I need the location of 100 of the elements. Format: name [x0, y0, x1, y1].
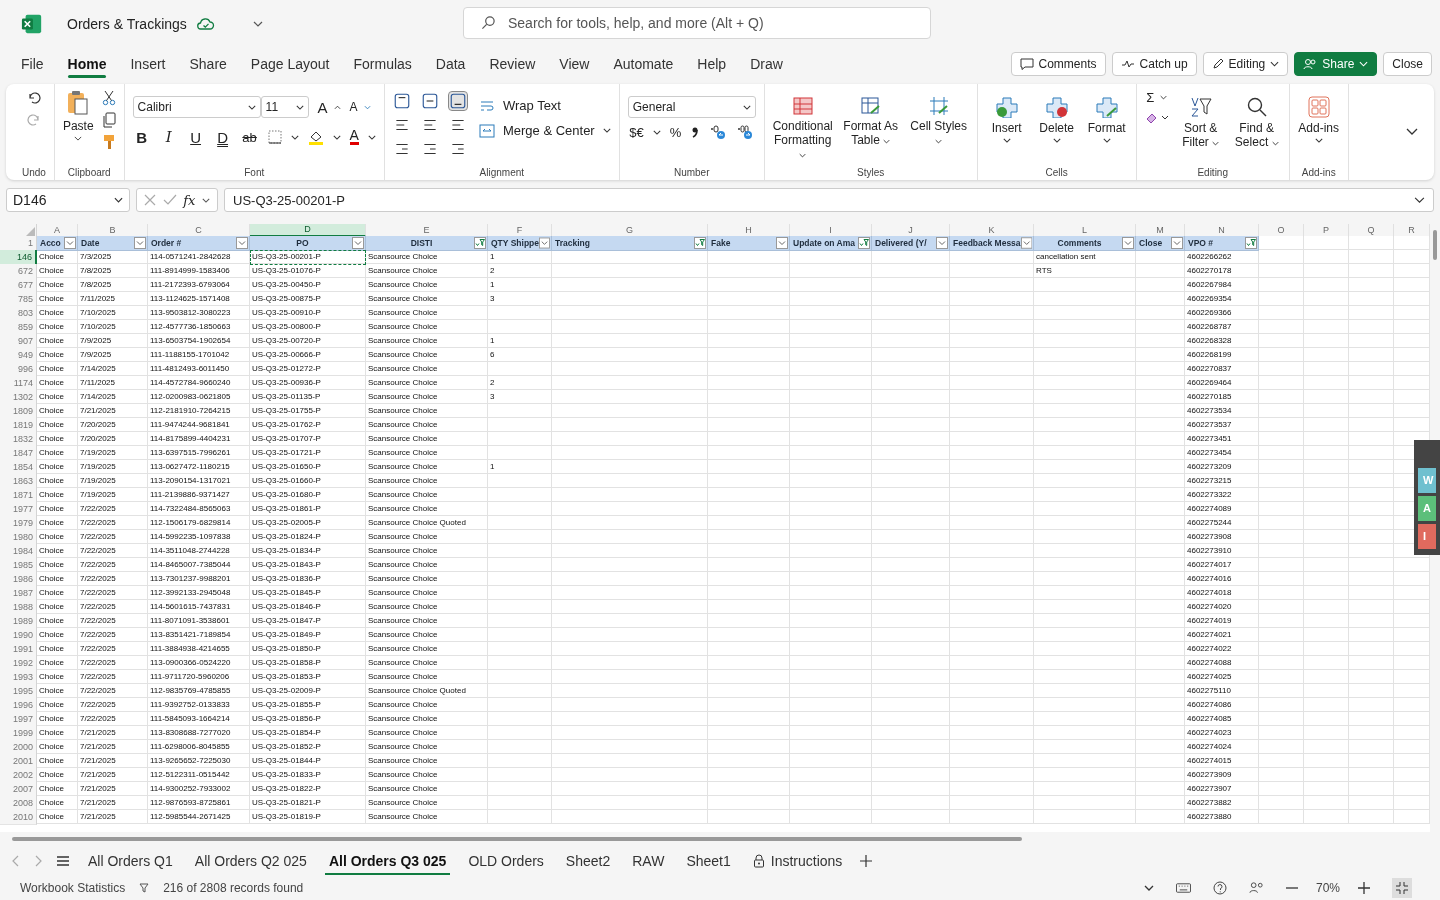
- table-cell-text: 7/21/2025: [79, 405, 117, 417]
- table-cell-text: 4602268328: [1186, 335, 1233, 347]
- table-cell-text: US-Q3-25-01852-P: [251, 741, 322, 753]
- table-cell-text: 7/22/2025: [79, 615, 117, 627]
- table-cell-text: Scansource Choice: [367, 279, 439, 291]
- table-cell-text: 113-1124625-1571408: [149, 293, 231, 305]
- table-cell-text: Choice: [38, 265, 65, 277]
- table-cell-text: 114-5992235-1097838: [149, 531, 232, 543]
- table-cell-text: Scansource Choice: [367, 419, 439, 431]
- table-cell-text: 4602275110: [1186, 685, 1232, 697]
- table-cell-text: 4602274022: [1186, 643, 1233, 655]
- table-cell-text: US-Q3-25-00936-P: [251, 377, 322, 389]
- table-cell-text: 7/14/2025: [79, 391, 117, 403]
- table-cell-text: 4602273910: [1186, 545, 1233, 557]
- column-header: Comments: [1034, 236, 1136, 251]
- table-cell-text: Scansource Choice: [367, 657, 439, 669]
- table-cell-text: US-Q3-25-00910-P: [251, 307, 322, 319]
- table-cell-text: 7/22/2025: [79, 713, 117, 725]
- table-cell-text: 7/22/2025: [79, 671, 117, 683]
- table-cell-text: 7/11/2025: [79, 293, 116, 305]
- table-cell-text: Choice: [38, 279, 65, 291]
- group-label: Styles: [857, 167, 885, 178]
- table-cell-text: 7/8/2025: [79, 279, 113, 291]
- table-cell-text: 4602275244: [1186, 517, 1233, 529]
- table-cell-text: 111-8914999-1583406: [149, 265, 231, 277]
- table-cell-text: 111-3884938-4214655: [149, 643, 231, 655]
- table-cell-text: US-Q3-25-00450-P: [251, 279, 322, 291]
- table-cell-text: Scansource Choice: [367, 615, 439, 627]
- table-cell-text: 4602273908: [1186, 531, 1233, 543]
- table-cell-text: US-Q3-25-01858-P: [251, 657, 322, 669]
- table-cell-text: 4602270185: [1186, 391, 1233, 403]
- table-cell-text: Scansource Choice: [367, 251, 439, 263]
- table-cell-text: 7/21/2025: [79, 811, 117, 823]
- table-cell-text: Choice: [38, 447, 65, 459]
- table-cell-text: 4602274085: [1186, 713, 1233, 725]
- table-cell-text: 7/21/2025: [79, 741, 117, 753]
- table-cell-text: 7/9/2025: [79, 349, 113, 361]
- table-cell-text: 7/19/2025: [79, 461, 117, 473]
- table-cell-text: Scansource Choice: [367, 601, 439, 613]
- table-cell-text: RTS: [1035, 265, 1053, 277]
- column-header: Date: [78, 236, 148, 251]
- table-cell-text: Choice: [38, 643, 65, 655]
- table-cell-text: 4602270178: [1186, 265, 1233, 277]
- table-cell-text: 113-2090154-1317021: [149, 475, 232, 487]
- table-cell-text: 7/22/2025: [79, 629, 117, 641]
- table-cell-text: 7/8/2025: [79, 265, 113, 277]
- table-cell-text: 4602273537: [1186, 419, 1233, 431]
- table-cell-text: 114-5601615-7437831: [149, 601, 232, 613]
- table-cell-text: 4602273322: [1186, 489, 1233, 501]
- table-cell-text: Scansource Choice: [367, 699, 439, 711]
- table-cell-text: Choice: [38, 615, 65, 627]
- table-cell-text: US-Q3-25-01855-P: [251, 699, 322, 711]
- table-cell-text: Choice: [38, 419, 65, 431]
- group-label: Undo: [22, 167, 46, 178]
- table-cell-text: Choice: [38, 797, 65, 809]
- table-cell-text: 4602273880: [1186, 811, 1233, 823]
- column-header: Close: [1136, 236, 1185, 251]
- table-cell-text: 7/22/2025: [79, 643, 117, 655]
- table-cell-text: US-Q3-25-00720-P: [251, 335, 322, 347]
- table-cell-text: 7/22/2025: [79, 559, 117, 571]
- table-cell-text: Scansource Choice: [367, 727, 439, 739]
- column-header: Order #: [148, 236, 250, 251]
- table-cell-text: 3: [489, 293, 496, 305]
- column-header: Update on Ama: [790, 236, 872, 251]
- table-cell-text: 7/3/2025: [79, 251, 113, 263]
- table-cell-text: US-Q3-25-01847-P: [251, 615, 322, 627]
- table-cell-text: 7/21/2025: [79, 797, 117, 809]
- table-cell-text: 1: [489, 335, 496, 347]
- table-cell-text: Scansource Choice: [367, 489, 439, 501]
- group-label: Clipboard: [67, 167, 111, 178]
- table-cell-text: 2: [489, 265, 496, 277]
- table-cell-text: Choice: [38, 601, 65, 613]
- table-cell-text: US-Q3-25-02005-P: [251, 517, 322, 529]
- column-header: Acco: [37, 236, 78, 251]
- table-cell-text: 113-9265652-7225030: [149, 755, 232, 767]
- table-cell-text: 2: [489, 377, 496, 389]
- table-cell-text: US-Q3-25-01821-P: [251, 797, 322, 809]
- table-cell-text: 111-9711720-5960206: [149, 671, 231, 683]
- table-cell-text: 7/9/2025: [79, 335, 113, 347]
- table-cell-text: US-Q3-25-01846-P: [251, 601, 322, 613]
- table-cell-text: 7/22/2025: [79, 699, 117, 711]
- table-cell-text: US-Q3-25-00800-P: [251, 321, 322, 333]
- table-cell-text: 112-5122311-0515442: [149, 769, 231, 781]
- table-cell-text: Choice: [38, 461, 65, 473]
- table-cell-text: 111-9474244-9681841: [149, 419, 231, 431]
- table-cell-text: Scansource Choice: [367, 545, 439, 557]
- table-cell-text: Choice: [38, 363, 65, 375]
- table-cell-text: Choice: [38, 251, 65, 263]
- table-cell-text: 7/19/2025: [79, 447, 117, 459]
- table-cell-text: US-Q3-25-01844-P: [251, 755, 322, 767]
- table-cell-text: US-Q3-25-01834-P: [251, 545, 322, 557]
- table-cell-text: Scansource Choice: [367, 321, 439, 333]
- table-cell-text: Choice: [38, 755, 65, 767]
- group-label: Font: [244, 167, 265, 178]
- table-cell-text: 111-1188155-1701042: [149, 349, 231, 361]
- table-cell-text: 114-3511048-2744228: [149, 545, 231, 557]
- table-cell-text: 4602268199: [1186, 349, 1233, 361]
- table-cell-text: 7/21/2025: [79, 769, 117, 781]
- table-cell-text: 4602274016: [1186, 573, 1233, 585]
- table-cell-text: 112-9876593-8725861: [149, 797, 232, 809]
